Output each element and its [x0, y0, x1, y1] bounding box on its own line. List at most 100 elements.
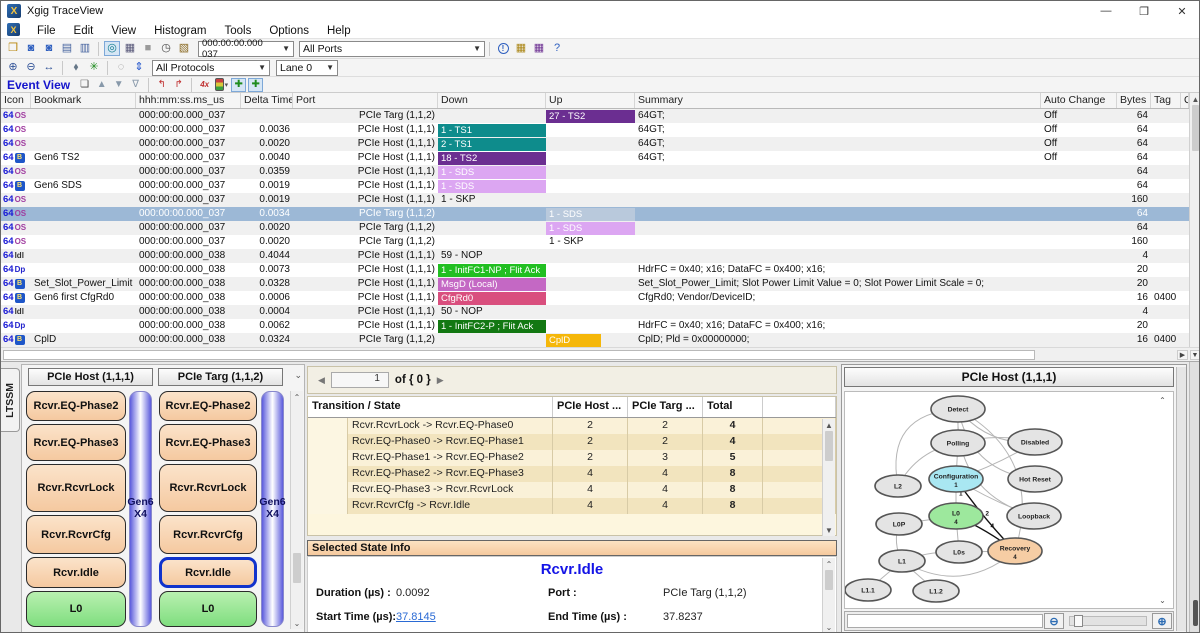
table-row[interactable]: 64Dp000:00:00.000_0380.0073PCIe Host (1,… — [1, 263, 1189, 277]
scroll-down-icon[interactable]: ⌄ — [291, 617, 303, 629]
transition-row[interactable]: Rcvr.EQ-Phase0 -> Rcvr.EQ-Phase1224 — [308, 434, 836, 450]
traffic-light-icon[interactable]: ▾ — [214, 78, 229, 92]
table-row[interactable]: 64OS000:00:00.000_037PCIe Targ (1,1,2)27… — [1, 109, 1189, 123]
state-node-recovery[interactable]: Recovery4 — [988, 538, 1042, 564]
goto-event-icon[interactable]: 4x — [197, 78, 212, 92]
window-edge-scrollbar[interactable] — [1189, 362, 1200, 633]
chart-view-icon[interactable]: ▧ — [176, 41, 192, 56]
ltssm-state-rcvr-idle[interactable]: Rcvr.Idle — [159, 557, 257, 588]
zoom-out-button[interactable]: ⊖ — [1044, 613, 1064, 629]
ltssm-port-header[interactable]: PCIe Host (1,1,1) — [28, 368, 153, 386]
expand-fields-icon[interactable]: ✚ — [231, 78, 246, 92]
column-header-up[interactable]: Up — [546, 93, 635, 108]
column-header-bookmark[interactable]: Bookmark — [31, 93, 136, 108]
state-node-l0p[interactable]: L0P — [876, 513, 922, 535]
column-header-delta-time[interactable]: Delta Time — [241, 93, 293, 108]
zoom-in-button[interactable]: ⊕ — [1152, 613, 1172, 629]
column-header-down[interactable]: Down — [438, 93, 546, 108]
state-node-l1_2[interactable]: L1.2 — [913, 580, 959, 602]
bookmark-tag-icon[interactable]: ⬧ — [68, 60, 84, 75]
ltssm-state-rcvr-eq-phase2[interactable]: Rcvr.EQ-Phase2 — [159, 391, 257, 421]
event-table-scrollbar[interactable]: ▲ — [1189, 93, 1200, 347]
ltssm-state-rcvr-eq-phase3[interactable]: Rcvr.EQ-Phase3 — [159, 424, 257, 461]
report-view-icon[interactable]: ■ — [140, 41, 156, 56]
table-row[interactable]: 64BGen6 SDS000:00:00.000_0370.0019PCIe H… — [1, 179, 1189, 193]
ltssm-state-rcvr-rcvrlock[interactable]: Rcvr.RcvrLock — [26, 464, 126, 512]
state-node-l0s[interactable]: L0s — [936, 541, 982, 563]
marker-icon[interactable]: ✳ — [86, 60, 102, 75]
ltssm-state-rcvr-rcvrcfg[interactable]: Rcvr.RcvrCfg — [159, 515, 257, 554]
help-icon[interactable]: ? — [549, 41, 565, 56]
pager-next-icon[interactable]: ▶ — [437, 375, 444, 386]
transition-row[interactable]: Rcvr.EQ-Phase3 -> Rcvr.RcvrLock448 — [308, 482, 836, 498]
scroll-down-icon[interactable]: ⌄ — [1156, 594, 1169, 606]
ltssm-state-l0[interactable]: L0 — [159, 591, 257, 627]
state-node-l1[interactable]: L1 — [879, 550, 925, 572]
ltssm-scrollbar[interactable]: ⌃⌄ — [290, 391, 303, 629]
start-time-link[interactable]: 37.8145 — [396, 611, 436, 623]
hscrollbar-thumb[interactable] — [3, 350, 1035, 360]
table-row[interactable]: 64OS000:00:00.000_0370.0034PCIe Targ (1,… — [1, 207, 1189, 221]
column-header-qu[interactable]: Qu — [1181, 93, 1189, 108]
prev-event-icon[interactable]: ▲ — [94, 78, 109, 92]
export-trace-icon[interactable]: ◙ — [41, 41, 57, 56]
sort-updown-icon[interactable]: ⇕ — [131, 60, 147, 75]
menu-item-edit[interactable]: Edit — [65, 25, 103, 37]
ltssm-state-rcvr-eq-phase2[interactable]: Rcvr.EQ-Phase2 — [26, 391, 126, 421]
ltssm-state-l0[interactable]: L0 — [26, 591, 126, 627]
scrollbar-thumb[interactable] — [1193, 600, 1198, 626]
scroll-up-icon[interactable]: ▲ — [823, 419, 835, 431]
menu-item-tools[interactable]: Tools — [215, 25, 260, 37]
scroll-up-icon[interactable]: ⌃ — [823, 558, 835, 570]
state-node-disabled[interactable]: Disabled — [1008, 429, 1062, 455]
zoom-slider-thumb[interactable] — [1074, 615, 1083, 627]
transition-row[interactable]: Rcvr.EQ-Phase1 -> Rcvr.EQ-Phase2235 — [308, 450, 836, 466]
scroll-down-icon[interactable]: ▼ — [823, 524, 835, 536]
minimize-button[interactable]: — — [1087, 1, 1125, 21]
menu-item-view[interactable]: View — [102, 25, 145, 37]
table-row[interactable]: 64OS000:00:00.000_0370.0359PCIe Host (1,… — [1, 165, 1189, 179]
collapsed-panel-strip[interactable] — [1176, 367, 1186, 631]
table-row[interactable]: 64OS000:00:00.000_0370.0020PCIe Host (1,… — [1, 137, 1189, 151]
restore-button[interactable]: ❐ — [1125, 1, 1163, 21]
scrollbar-thumb[interactable] — [825, 431, 833, 461]
table-row[interactable]: 64BGen6 TS2000:00:00.000_0370.0040PCIe H… — [1, 151, 1189, 165]
scroll-right-icon[interactable]: ▶ — [1177, 350, 1188, 360]
expert-view-icon[interactable]: ◎ — [104, 41, 120, 56]
transition-column-3[interactable]: Total — [703, 397, 763, 417]
page-number-input[interactable]: 1 — [331, 372, 389, 388]
transition-row[interactable]: Rcvr.RcvrLock -> Rcvr.EQ-Phase0224 — [308, 418, 836, 434]
state-node-l1_1[interactable]: L1.1 — [845, 579, 891, 601]
error-map-icon[interactable]: ▦ — [513, 41, 529, 56]
open-trace-icon[interactable]: ❒ — [5, 41, 21, 56]
event-map-icon[interactable]: ▦ — [531, 41, 547, 56]
column-header-summary[interactable]: Summary — [635, 93, 1041, 108]
state-node-detect[interactable]: Detect — [931, 396, 985, 422]
timer-view-icon[interactable]: ◷ — [158, 41, 174, 56]
chevron-down-icon[interactable]: ⌄ — [294, 370, 302, 381]
transition-row[interactable]: Rcvr.RcvrCfg -> Rcvr.Idle448 — [308, 498, 836, 514]
menu-item-options[interactable]: Options — [260, 25, 318, 37]
menu-item-file[interactable]: File — [28, 25, 65, 37]
state-node-configuration[interactable]: Configuration1 — [929, 466, 983, 492]
column-header-tag[interactable]: Tag — [1151, 93, 1181, 108]
menu-item-histogram[interactable]: Histogram — [145, 25, 215, 37]
scroll-down-icon[interactable]: ⌄ — [823, 621, 835, 633]
column-header-auto-change[interactable]: Auto Change — [1041, 93, 1117, 108]
ltssm-state-rcvr-eq-phase3[interactable]: Rcvr.EQ-Phase3 — [26, 424, 126, 461]
table-row[interactable]: 64OS000:00:00.000_0370.0019PCIe Host (1,… — [1, 193, 1189, 207]
zoom-in-icon[interactable]: ⊕ — [5, 60, 21, 75]
state-info-scrollbar[interactable]: ⌃ ⌄ — [822, 558, 835, 633]
zoom-out-icon[interactable]: ⊖ — [23, 60, 39, 75]
transition-column-0[interactable]: Transition / State — [308, 397, 553, 417]
close-button[interactable]: ✕ — [1163, 1, 1200, 21]
prev-error-icon[interactable]: ↰ — [154, 78, 169, 92]
column-header-icon[interactable]: Icon — [1, 93, 31, 108]
scroll-down-icon[interactable]: ▼ — [1190, 350, 1200, 360]
table-row[interactable]: 64OS000:00:00.000_0370.0036PCIe Host (1,… — [1, 123, 1189, 137]
grid-view-icon[interactable]: ▦ — [122, 41, 138, 56]
table-row[interactable]: 64Idl000:00:00.000_0380.0004PCIe Host (1… — [1, 305, 1189, 319]
filter-icon[interactable]: ∇ — [128, 78, 143, 92]
ltssm-state-rcvr-rcvrlock[interactable]: Rcvr.RcvrLock — [159, 464, 257, 512]
table-row[interactable]: 64OS000:00:00.000_0370.0020PCIe Targ (1,… — [1, 221, 1189, 235]
